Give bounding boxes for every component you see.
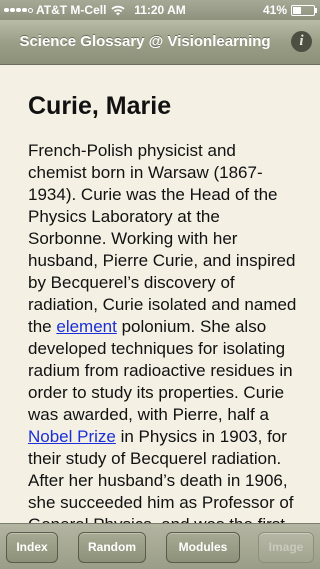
nobel-prize-link[interactable]: Nobel Prize [28, 427, 116, 446]
status-bar: AT&T M-Cell 11:20 AM 41% [0, 0, 320, 20]
battery-icon [291, 4, 317, 16]
battery-group: 41% [262, 3, 317, 17]
image-button: Image [258, 532, 314, 563]
battery-percent: 41% [262, 3, 287, 17]
element-link[interactable]: element [56, 317, 116, 336]
navigation-bar: Science Glossary @ Visionlearning i [0, 20, 320, 65]
nav-title: Science Glossary @ Visionlearning [19, 33, 271, 50]
index-button[interactable]: Index [6, 532, 58, 563]
bottom-toolbar: Index Random Modules Image [0, 523, 320, 569]
glossary-entry[interactable]: Curie, Marie French-Polish physicist and… [0, 65, 320, 523]
entry-term: Curie, Marie [28, 92, 172, 120]
modules-button[interactable]: Modules [166, 532, 240, 563]
definition-text-1: French-Polish physicist and chemist born… [28, 141, 297, 336]
entry-definition: French-Polish physicist and chemist born… [28, 140, 298, 523]
info-icon[interactable]: i [291, 31, 312, 52]
random-button[interactable]: Random [78, 532, 146, 563]
